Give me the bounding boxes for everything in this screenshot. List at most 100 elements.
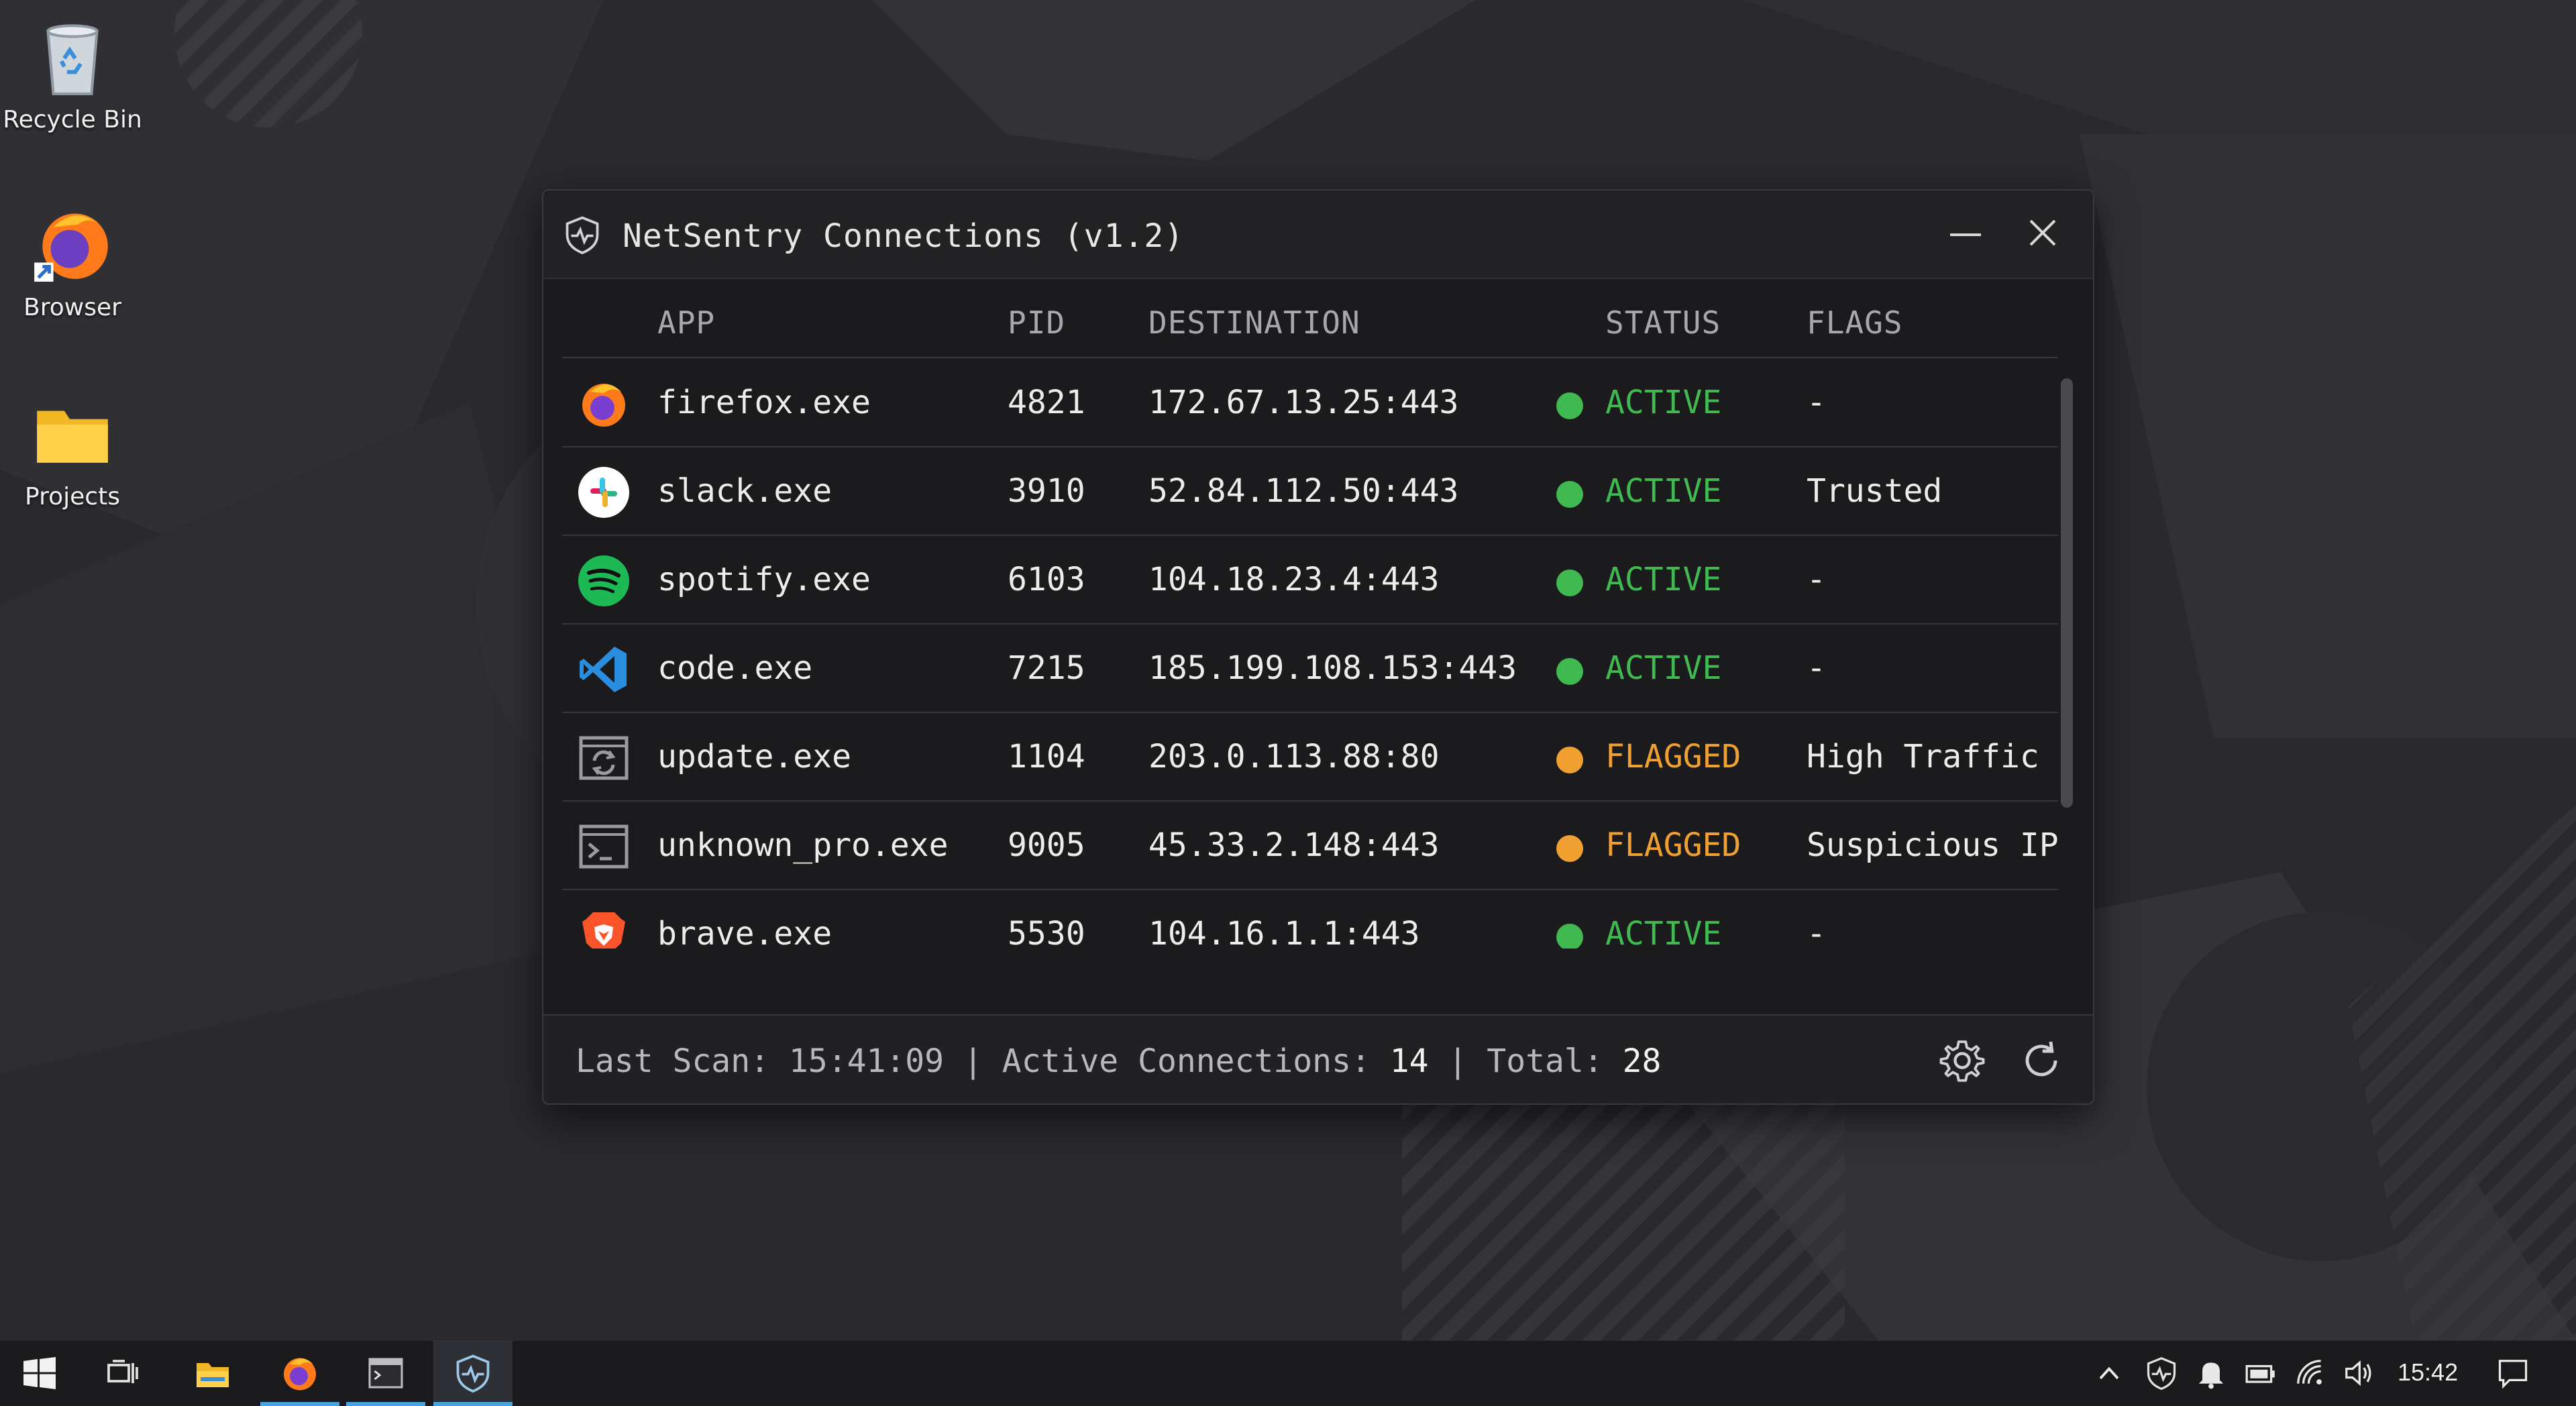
table-row[interactable]: slack.exe 3910 52.84.112.50:443 ACTIVE T… xyxy=(562,447,2058,536)
destination: 185.199.108.153:443 xyxy=(1148,649,1517,687)
column-header-app[interactable]: APP xyxy=(657,305,715,341)
status-badge: ACTIVE xyxy=(1605,915,1722,949)
taskbar-file-explorer[interactable] xyxy=(173,1341,252,1406)
taskbar-netsentry[interactable] xyxy=(433,1341,513,1406)
app-name: slack.exe xyxy=(657,472,833,510)
status-dot xyxy=(1556,747,1583,773)
app-name: spotify.exe xyxy=(657,561,871,598)
window-title: NetSentry Connections (v1.2) xyxy=(623,217,1185,255)
total-label: Total: xyxy=(1487,1042,1603,1080)
table-scrollbar[interactable] xyxy=(2061,378,2073,808)
shield-icon[interactable] xyxy=(2144,1356,2179,1391)
flags: - xyxy=(1807,649,1826,687)
column-header-destination[interactable]: DESTINATION xyxy=(1148,305,1360,341)
destination: 203.0.113.88:80 xyxy=(1148,738,1440,775)
app-name: code.exe xyxy=(657,649,813,687)
column-header-pid[interactable]: PID xyxy=(1008,305,1065,341)
table-row[interactable]: code.exe 7215 185.199.108.153:443 ACTIVE… xyxy=(562,624,2058,713)
close-icon[interactable] xyxy=(2012,211,2073,258)
taskbar: 15:42 xyxy=(0,1340,2576,1406)
netsentry-window: NetSentry Connections (v1.2) APP PID DES… xyxy=(542,189,2094,1105)
flags: - xyxy=(1807,561,1826,598)
spotify-icon xyxy=(578,555,629,606)
status-badge: ACTIVE xyxy=(1605,384,1722,421)
recycle-bin-icon xyxy=(46,24,99,95)
taskbar-firefox[interactable] xyxy=(260,1341,339,1406)
desktop-icon-recycle-bin[interactable]: Recycle Bin xyxy=(0,12,145,133)
last-scan-label: Last Scan: xyxy=(576,1042,769,1080)
bell-icon[interactable] xyxy=(2194,1356,2229,1391)
status-dot xyxy=(1556,658,1583,685)
table-row[interactable]: firefox.exe 4821 172.67.13.25:443 ACTIVE… xyxy=(562,358,2058,447)
taskbar-clock[interactable]: 15:42 xyxy=(2398,1358,2458,1387)
status-dot xyxy=(1556,835,1583,862)
table-row[interactable]: update.exe 1104 203.0.113.88:80 FLAGGED … xyxy=(562,712,2058,802)
status-badge: FLAGGED xyxy=(1605,826,1741,864)
desktop-icon-label: Browser xyxy=(23,294,121,321)
folder-icon xyxy=(37,411,108,463)
task-view-button[interactable] xyxy=(83,1341,162,1406)
file-explorer-icon xyxy=(197,1363,229,1387)
destination: 104.16.1.1:443 xyxy=(1148,915,1420,949)
status-badge: FLAGGED xyxy=(1605,738,1741,775)
pid: 3910 xyxy=(1008,472,1085,510)
app-name: unknown_pro.exe xyxy=(657,826,949,864)
brave-icon xyxy=(582,912,625,949)
table-header: APP PID DESTINATION STATUS FLAGS xyxy=(562,278,2058,358)
app-name: brave.exe xyxy=(657,915,833,949)
running-indicator xyxy=(260,1402,339,1406)
status-badge: ACTIVE xyxy=(1605,649,1722,687)
pid: 5530 xyxy=(1008,915,1085,949)
running-indicator xyxy=(346,1402,425,1406)
destination: 172.67.13.25:443 xyxy=(1148,384,1459,421)
flags: - xyxy=(1807,915,1826,949)
app-name: firefox.exe xyxy=(657,384,871,421)
status-badge: ACTIVE xyxy=(1605,561,1722,598)
flags: - xyxy=(1807,384,1826,421)
pid: 7215 xyxy=(1008,649,1085,687)
refresh-icon[interactable] xyxy=(2018,1037,2065,1084)
separator: | xyxy=(1448,1042,1468,1080)
desktop-icon-label: Projects xyxy=(25,483,120,510)
status-dot xyxy=(1556,924,1583,949)
chevron-up-icon[interactable] xyxy=(2092,1356,2127,1391)
table-row[interactable]: spotify.exe 6103 104.18.23.4:443 ACTIVE … xyxy=(562,535,2058,625)
running-indicator xyxy=(433,1402,513,1406)
pid: 9005 xyxy=(1008,826,1085,864)
table-row[interactable]: unknown_pro.exe 9005 45.33.2.148:443 FLA… xyxy=(562,801,2058,890)
pid: 1104 xyxy=(1008,738,1085,775)
pid: 4821 xyxy=(1008,384,1085,421)
desktop-icon-browser[interactable]: Browser xyxy=(0,200,145,321)
status-badge: ACTIVE xyxy=(1605,472,1722,510)
gear-icon[interactable] xyxy=(1939,1037,1986,1084)
taskbar-terminal[interactable] xyxy=(346,1341,425,1406)
status-dot xyxy=(1556,392,1583,419)
flags: Suspicious IP xyxy=(1807,826,2058,864)
battery-icon[interactable] xyxy=(2243,1356,2278,1391)
title-bar[interactable]: NetSentry Connections (v1.2) xyxy=(543,191,2093,279)
update-window-icon xyxy=(579,736,629,780)
wifi-icon[interactable] xyxy=(2293,1356,2328,1391)
terminal-window-icon xyxy=(579,824,629,869)
column-header-flags[interactable]: FLAGS xyxy=(1807,305,1902,341)
minimize-icon[interactable] xyxy=(1935,211,1996,258)
destination: 52.84.112.50:443 xyxy=(1148,472,1459,510)
task-view-icon xyxy=(107,1360,138,1383)
column-header-status[interactable]: STATUS xyxy=(1605,305,1721,341)
table-row[interactable]: brave.exe 5530 104.16.1.1:443 ACTIVE - xyxy=(562,889,2058,949)
scan-summary: Last Scan: 15:41:09 | Active Connections… xyxy=(576,1042,1661,1080)
start-icon xyxy=(23,1357,56,1389)
destination: 104.18.23.4:443 xyxy=(1148,561,1440,598)
firefox-icon xyxy=(284,1358,316,1391)
start-button[interactable] xyxy=(0,1341,79,1406)
shield-pulse-icon xyxy=(566,216,599,255)
terminal-icon xyxy=(368,1358,403,1389)
separator: | xyxy=(963,1042,983,1080)
desktop-icon-projects[interactable]: Projects xyxy=(0,389,145,510)
status-bar: Last Scan: 15:41:09 | Active Connections… xyxy=(543,1014,2093,1103)
netsentry-icon xyxy=(456,1354,490,1393)
firefox-icon xyxy=(582,384,625,427)
notification-icon[interactable] xyxy=(2496,1356,2530,1391)
desktop-icon-label: Recycle Bin xyxy=(3,106,142,133)
volume-icon[interactable] xyxy=(2341,1356,2376,1391)
